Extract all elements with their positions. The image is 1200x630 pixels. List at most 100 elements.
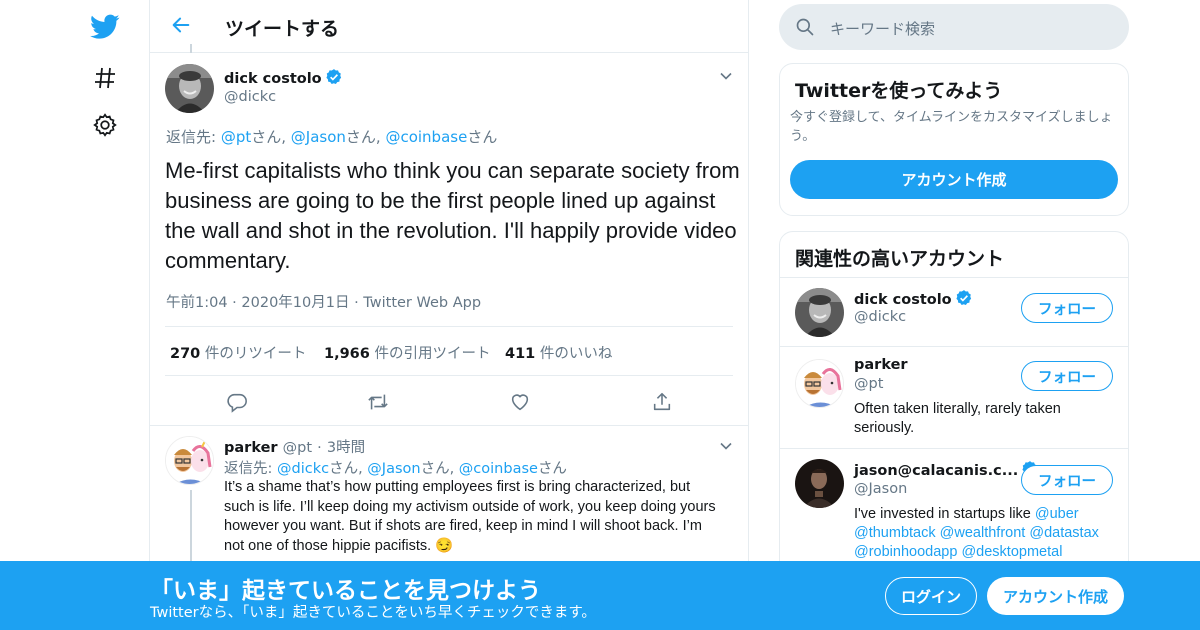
- login-button[interactable]: ログイン: [885, 577, 977, 615]
- thread-line: [190, 490, 192, 570]
- avatar[interactable]: [795, 288, 844, 337]
- signup-card: Twitterを使ってみよう 今すぐ登録して、タイムラインをカスタマイズしましょ…: [779, 63, 1129, 216]
- search-box[interactable]: キーワード検索: [779, 4, 1129, 50]
- reply-prefix: 返信先:: [166, 128, 221, 146]
- tweet-source[interactable]: Twitter Web App: [363, 295, 481, 311]
- tweet-time[interactable]: 午前1:04: [166, 295, 228, 311]
- author-name[interactable]: parker: [224, 440, 278, 456]
- signup-button[interactable]: アカウント作成: [987, 577, 1124, 615]
- mention-link[interactable]: @robinhoodapp: [854, 544, 957, 560]
- chevron-down-icon[interactable]: [718, 438, 734, 454]
- tweet-author[interactable]: dick costolo: [224, 68, 343, 90]
- reply-icon[interactable]: [226, 391, 248, 413]
- tweet-date[interactable]: 2020年10月1日: [241, 295, 349, 311]
- account-bio: I've invested in startups like @uber @th…: [854, 505, 1122, 562]
- like-number: 411: [505, 346, 536, 362]
- mention-suffix: さん,: [345, 128, 386, 146]
- mention-link[interactable]: @Jason: [291, 128, 346, 146]
- create-account-button[interactable]: アカウント作成: [790, 160, 1118, 199]
- retweet-label: 件のリツイート: [204, 346, 307, 362]
- page-title: ツイートする: [225, 18, 340, 40]
- reply-context: 返信先: @ptさん, @Jasonさん, @coinbaseさん: [166, 126, 497, 147]
- signup-card-title: Twitterを使ってみよう: [795, 80, 1003, 102]
- mention-link[interactable]: @coinbase: [385, 128, 467, 146]
- heart-icon[interactable]: [509, 391, 531, 413]
- reply-header: parker @pt · 3時間: [224, 436, 365, 457]
- meta-dot: ·: [354, 295, 359, 311]
- account-handle[interactable]: @dickc: [854, 309, 906, 325]
- follow-button[interactable]: フォロー: [1021, 293, 1113, 323]
- account-name-text: jason@calacanis.c...: [854, 463, 1019, 479]
- related-account-row[interactable]: jason@calacanis.c... @Jason I've investe…: [780, 448, 1128, 575]
- arrow-left-icon[interactable]: [170, 14, 194, 38]
- related-account-row[interactable]: dick costolo @dickc フォロー: [780, 277, 1128, 347]
- main-column: ツイートする dick costolo @dickc 返信先: @ptさん, @…: [149, 0, 749, 630]
- mention-link[interactable]: @desktopmetal: [961, 544, 1062, 560]
- account-name[interactable]: dick costolo: [854, 289, 973, 311]
- mention-link[interactable]: @wealthfront: [940, 525, 1026, 541]
- follow-button[interactable]: フォロー: [1021, 361, 1113, 391]
- reply-context: 返信先: @dickcさん, @Jasonさん, @coinbaseさん: [224, 457, 567, 478]
- avatar[interactable]: [165, 64, 214, 113]
- share-icon[interactable]: [651, 391, 673, 413]
- author-name[interactable]: dick costolo: [224, 71, 322, 87]
- like-label: 件のいいね: [539, 346, 613, 362]
- tweet-stats: 270 件のリツイート 1,966 件の引用ツイート 411 件のいいね: [165, 326, 733, 376]
- search-icon: [795, 17, 815, 37]
- avatar[interactable]: [795, 359, 844, 408]
- follow-button[interactable]: フォロー: [1021, 465, 1113, 495]
- tweet-meta: 午前1:04 · 2020年10月1日 · Twitter Web App: [166, 291, 481, 312]
- hashtag-icon[interactable]: [89, 62, 121, 94]
- mention-link[interactable]: @datastax: [1029, 525, 1099, 541]
- chevron-down-icon[interactable]: [718, 68, 734, 84]
- mention-link[interactable]: @pt: [221, 128, 251, 146]
- retweet-icon[interactable]: [367, 391, 389, 413]
- reply-body: It’s a shame that’s how putting employee…: [224, 479, 716, 554]
- quote-count[interactable]: 1,966 件の引用ツイート: [324, 342, 490, 363]
- mention-suffix: さん: [537, 461, 567, 477]
- reply-text: It’s a shame that’s how putting employee…: [224, 478, 724, 556]
- signup-card-description: 今すぐ登録して、タイムラインをカスタマイズしましょう。: [790, 110, 1113, 144]
- like-count[interactable]: 411 件のいいね: [505, 342, 612, 363]
- mention-link[interactable]: @thumbtack: [854, 525, 936, 541]
- mention-suffix: さん,: [251, 128, 291, 146]
- tweet-text: Me-first capitalists who think you can s…: [165, 158, 740, 273]
- retweet-count[interactable]: 270 件のリツイート: [170, 342, 306, 363]
- mention-link[interactable]: @coinbase: [459, 461, 538, 477]
- gear-icon[interactable]: [89, 109, 121, 141]
- mention-link[interactable]: @Jason: [367, 461, 420, 477]
- retweet-number: 270: [170, 346, 201, 362]
- account-handle[interactable]: @pt: [854, 376, 883, 392]
- mention-suffix: さん: [467, 128, 498, 146]
- author-handle[interactable]: @dickc: [224, 89, 276, 105]
- account-handle[interactable]: @Jason: [854, 481, 907, 497]
- related-accounts-card: 関連性の高いアカウント dick costolo @dickc フォロー par…: [779, 231, 1129, 576]
- verified-badge-icon: [955, 289, 973, 311]
- account-name-text: dick costolo: [854, 292, 952, 308]
- quote-label: 件の引用ツイート: [374, 346, 491, 362]
- search-input[interactable]: キーワード検索: [830, 18, 935, 39]
- banner-title: 「いま」起きていることを見つけよう: [150, 578, 541, 604]
- avatar[interactable]: [165, 436, 214, 485]
- smirk-emoji: 😏: [435, 537, 454, 554]
- meta-dot: ·: [232, 295, 237, 311]
- avatar[interactable]: [795, 459, 844, 508]
- mention-link[interactable]: @uber: [1035, 506, 1079, 522]
- reply-prefix: 返信先:: [224, 461, 277, 477]
- signup-banner: 「いま」起きていることを見つけよう Twitterなら、「いま」起きていることを…: [0, 561, 1200, 630]
- account-name[interactable]: parker: [854, 357, 908, 373]
- twitter-logo-icon[interactable]: [89, 11, 121, 43]
- mention-link[interactable]: @dickc: [277, 461, 329, 477]
- quote-number: 1,966: [324, 346, 370, 362]
- account-bio: Often taken literally, rarely taken seri…: [854, 401, 1061, 436]
- author-handle[interactable]: @pt: [283, 440, 312, 456]
- thread-line: [190, 44, 192, 53]
- related-accounts-title: 関連性の高いアカウント: [795, 248, 1005, 270]
- account-name[interactable]: jason@calacanis.c...: [854, 460, 1039, 482]
- banner-subtitle: Twitterなら、「いま」起きていることをいち早くチェックできます。: [150, 605, 596, 621]
- tweet-age[interactable]: 3時間: [327, 440, 365, 456]
- mention-suffix: さん,: [420, 461, 459, 477]
- related-account-row[interactable]: parker @pt Often taken literally, rarely…: [780, 346, 1128, 449]
- bio-text: I've invested in startups like: [854, 506, 1035, 522]
- meta-dot: ·: [317, 440, 322, 456]
